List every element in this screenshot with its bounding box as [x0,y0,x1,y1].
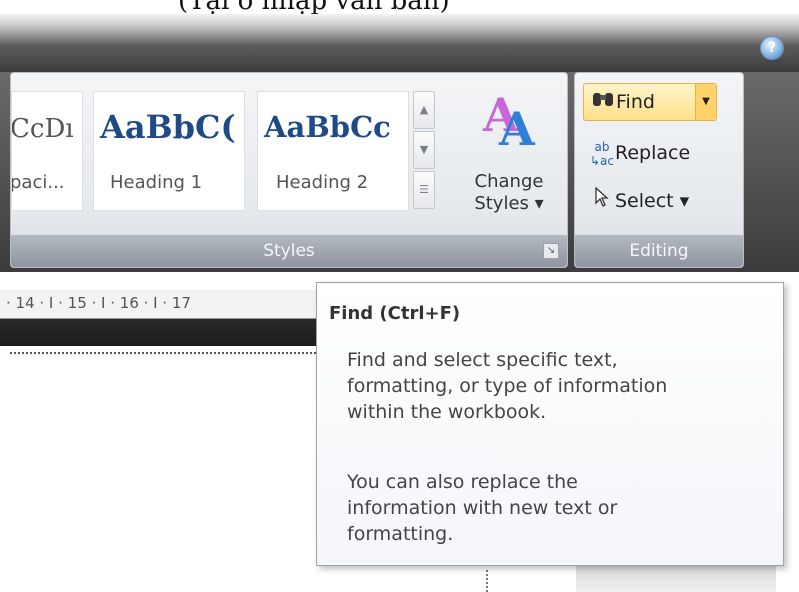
find-tooltip: Find (Ctrl+F) Find and select specific t… [316,282,784,566]
change-styles-icon: A A [482,88,536,149]
tooltip-line: formatting, or type of information [347,375,668,397]
tooltip-line: information with new text or [347,497,618,519]
style-preview: AaBbCc [264,110,391,144]
editing-group-label: Editing [575,235,743,267]
styles-group: CcDı paci... AaBbC( Heading 1 AaBbCc Hea… [10,72,568,268]
horizontal-ruler: · 14 · I · 15 · I · 16 · I · 17 [0,290,330,319]
replace-icon: ab ↳ac [589,139,614,168]
document-margin-line [10,352,316,354]
tooltip-line: Find and select specific text, [347,349,618,371]
style-preview: CcDı [11,114,74,144]
tooltip-title: Find (Ctrl+F) [329,303,461,324]
select-label: Select ▾ [615,190,690,212]
change-styles-line1: Change [474,171,544,192]
style-tile-no-spacing[interactable]: CcDı paci... [11,91,83,211]
style-name: Heading 1 [110,172,203,193]
style-preview: AaBbC( [100,108,236,146]
ruler-ticks: · 14 · I · 15 · I · 16 · I · 17 [6,294,191,312]
style-tile-heading-1[interactable]: AaBbC( Heading 1 [93,91,245,211]
change-styles-label: Change Styles ▾ [459,171,559,215]
title-bar [0,14,799,72]
styles-group-label: Styles [11,235,567,267]
cursor-arrow-icon [589,183,615,219]
replace-label: Replace [615,142,691,164]
ribbon: CcDı paci... AaBbC( Heading 1 AaBbCc Hea… [0,72,799,272]
caption-text: (Tại ô nhập văn bản) [178,0,450,14]
tooltip-paragraph-1: Find and select specific text, formattin… [347,347,767,425]
select-button[interactable]: Select ▾ [583,183,689,219]
tooltip-line: within the workbook. [347,401,547,423]
style-gallery: CcDı paci... AaBbC( Heading 1 AaBbCc Hea… [11,91,439,211]
gallery-scroll: ▲ ▼ ☰ [413,91,435,209]
gallery-more-icon[interactable]: ☰ [413,171,435,209]
style-tile-heading-2[interactable]: AaBbCc Heading 2 [257,91,409,211]
tooltip-paragraph-2: You can also replace the information wit… [347,469,767,547]
tooltip-line: formatting. [347,523,454,545]
change-styles-line2: Styles ▾ [474,193,544,214]
tooltip-line: You can also replace the [347,471,578,493]
find-button[interactable]: Find ▼ [583,83,717,121]
help-icon[interactable]: ? [760,36,784,60]
dialog-launcher-icon[interactable]: ↘ [543,243,559,259]
caption-strip: (Tại ô nhập văn bản) [0,0,799,14]
find-dropdown-arrow-icon[interactable]: ▼ [695,84,716,120]
binoculars-icon [590,84,616,120]
find-label: Find [616,91,655,113]
svg-text:A: A [498,102,536,149]
style-name: paci... [11,172,65,193]
document-margin-vline [486,570,488,592]
change-styles-button[interactable]: A A Change Styles ▾ [459,83,559,225]
document-edge [576,566,776,592]
style-name: Heading 2 [276,172,369,193]
gallery-down-arrow-icon[interactable]: ▼ [413,131,435,169]
replace-button[interactable]: ab ↳acReplace [583,135,690,171]
editing-group: Find ▼ ab ↳acReplace Select ▾ Editing [574,72,744,268]
ruler: · 14 · I · 15 · I · 16 · I · 17 [0,278,330,346]
gallery-up-arrow-icon[interactable]: ▲ [413,91,435,129]
